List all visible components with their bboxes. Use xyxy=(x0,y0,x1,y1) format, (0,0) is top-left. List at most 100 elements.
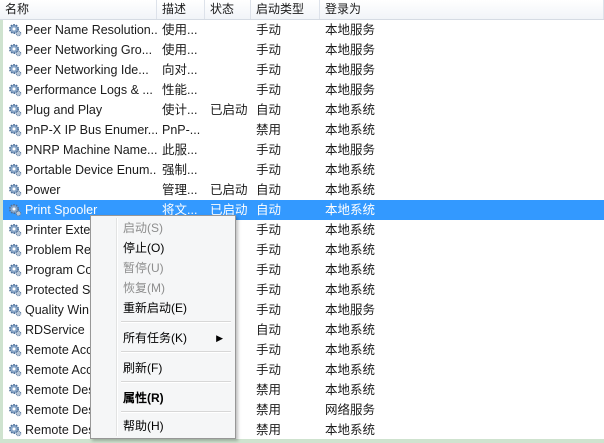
menu-item-pause: 暂停(U) xyxy=(123,261,164,275)
service-logon-as: 本地系统 xyxy=(325,183,376,197)
gear-icon xyxy=(9,204,22,217)
menu-item-restart[interactable]: 重新启动(E) xyxy=(93,298,233,318)
service-description: 向对... xyxy=(162,63,198,77)
service-description: 使用... xyxy=(162,23,198,37)
service-startup-type: 手动 xyxy=(256,23,282,37)
column-header-name[interactable]: 名称 xyxy=(0,0,157,19)
context-menu: 启动(S) 停止(O) 暂停(U) 恢复(M) 重新启动(E) 所有任务(K) ▶ 刷新(F)… xyxy=(90,215,236,439)
gear-icon xyxy=(9,424,22,437)
service-logon-as: 本地服务 xyxy=(325,83,376,97)
service-description: PnP-... xyxy=(162,123,201,137)
service-startup-type: 禁用 xyxy=(256,403,282,417)
service-status xyxy=(210,60,254,80)
service-startup-type: 自动 xyxy=(256,323,282,337)
service-row[interactable]: Power 管理... 已启动 自动 本地系统 xyxy=(0,180,604,200)
service-description: 管理... xyxy=(162,183,198,197)
service-logon-as: 本地系统 xyxy=(325,123,376,137)
service-status xyxy=(210,120,254,140)
service-logon-as: 本地系统 xyxy=(325,423,376,437)
gear-icon xyxy=(9,384,22,397)
service-logon-as: 本地系统 xyxy=(325,103,376,117)
menu-item-properties[interactable]: 属性(R) xyxy=(93,388,233,408)
column-header-startup-type[interactable]: 启动类型 xyxy=(251,0,320,19)
column-header-status[interactable]: 状态 xyxy=(205,0,251,19)
menu-separator xyxy=(121,321,231,323)
service-name: Peer Networking Ide... xyxy=(25,63,149,77)
gear-icon xyxy=(9,304,22,317)
service-startup-type: 手动 xyxy=(256,63,282,77)
menu-separator xyxy=(121,351,231,353)
service-row[interactable]: PNRP Machine Name... 此服... 手动 本地服务 xyxy=(0,140,604,160)
gear-icon xyxy=(9,284,22,297)
menu-item-help[interactable]: 帮助(H) xyxy=(93,416,233,436)
gear-icon xyxy=(9,364,22,377)
menu-item-start: 启动(S) xyxy=(123,221,163,235)
service-status xyxy=(210,80,254,100)
service-startup-type: 自动 xyxy=(256,203,282,217)
service-row[interactable]: PnP-X IP Bus Enumer... PnP-... 禁用 本地系统 xyxy=(0,120,604,140)
menu-item-stop[interactable]: 停止(O) xyxy=(93,238,233,258)
service-logon-as: 本地系统 xyxy=(325,283,376,297)
gear-icon xyxy=(9,64,22,77)
menu-item-all-tasks[interactable]: 所有任务(K) ▶ xyxy=(93,328,233,348)
service-logon-as: 本地服务 xyxy=(325,43,376,57)
service-startup-type: 手动 xyxy=(256,43,282,57)
service-startup-type: 禁用 xyxy=(256,383,282,397)
service-logon-as: 本地系统 xyxy=(325,163,376,177)
service-logon-as: 本地系统 xyxy=(325,243,376,257)
service-name: Performance Logs & ... xyxy=(25,83,153,97)
service-logon-as: 本地系统 xyxy=(325,383,376,397)
submenu-arrow-icon: ▶ xyxy=(216,333,223,343)
service-name: PNRP Machine Name... xyxy=(25,143,157,157)
service-name: PnP-X IP Bus Enumer... xyxy=(25,123,157,137)
service-logon-as: 本地服务 xyxy=(325,143,376,157)
gear-icon xyxy=(9,264,22,277)
gear-icon xyxy=(9,324,22,337)
service-name: Portable Device Enum... xyxy=(25,163,157,177)
column-header-description[interactable]: 描述 xyxy=(157,0,205,19)
service-startup-type: 手动 xyxy=(256,303,282,317)
service-name: Peer Networking Gro... xyxy=(25,43,153,57)
menu-separator xyxy=(121,411,231,413)
menu-item-refresh[interactable]: 刷新(F) xyxy=(93,358,233,378)
service-logon-as: 本地服务 xyxy=(325,303,376,317)
gear-icon xyxy=(9,404,22,417)
service-logon-as: 本地系统 xyxy=(325,343,376,357)
gear-icon xyxy=(9,104,22,117)
service-row[interactable]: Peer Name Resolution... 使用... 手动 本地服务 xyxy=(0,20,604,40)
service-row[interactable]: Portable Device Enum... 强制... 手动 本地系统 xyxy=(0,160,604,180)
service-startup-type: 手动 xyxy=(256,163,282,177)
menu-separator xyxy=(121,381,231,383)
service-logon-as: 本地系统 xyxy=(325,363,376,377)
service-status xyxy=(210,140,254,160)
window-bottom-edge xyxy=(0,439,604,443)
column-header-bar: 名称 描述 状态 启动类型 登录为 xyxy=(0,0,604,20)
service-startup-type: 手动 xyxy=(256,143,282,157)
service-description: 使用... xyxy=(162,43,198,57)
service-logon-as: 本地系统 xyxy=(325,323,376,337)
service-startup-type: 自动 xyxy=(256,103,282,117)
service-startup-type: 禁用 xyxy=(256,123,282,137)
gear-icon xyxy=(9,164,22,177)
menu-item-resume: 恢复(M) xyxy=(123,281,165,295)
service-name: Peer Name Resolution... xyxy=(25,23,157,37)
service-row[interactable]: Performance Logs & ... 性能... 手动 本地服务 xyxy=(0,80,604,100)
service-startup-type: 手动 xyxy=(256,363,282,377)
service-description: 强制... xyxy=(162,163,198,177)
service-startup-type: 手动 xyxy=(256,283,282,297)
gear-icon xyxy=(9,84,22,97)
service-status xyxy=(210,40,254,60)
service-logon-as: 网络服务 xyxy=(325,403,376,417)
service-startup-type: 手动 xyxy=(256,263,282,277)
service-name: Power xyxy=(25,183,61,197)
service-startup-type: 手动 xyxy=(256,243,282,257)
service-logon-as: 本地系统 xyxy=(325,263,376,277)
column-header-logon-as[interactable]: 登录为 xyxy=(320,0,604,19)
service-row[interactable]: Plug and Play 使计... 已启动 自动 本地系统 xyxy=(0,100,604,120)
gear-icon xyxy=(9,144,22,157)
service-row[interactable]: Peer Networking Gro... 使用... 手动 本地服务 xyxy=(0,40,604,60)
window-left-edge xyxy=(0,20,3,443)
service-status: 已启动 xyxy=(210,183,248,197)
service-row[interactable]: Peer Networking Ide... 向对... 手动 本地服务 xyxy=(0,60,604,80)
services-window: 名称 描述 状态 启动类型 登录为 Peer Name Resolution... 使用.… xyxy=(0,0,604,443)
